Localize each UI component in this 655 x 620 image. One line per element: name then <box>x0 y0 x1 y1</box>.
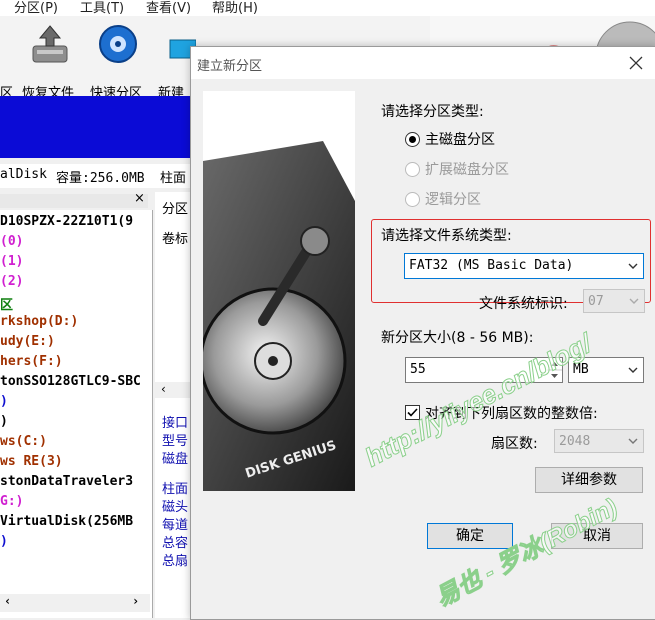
scroll-right-icon[interactable]: › <box>132 594 139 608</box>
sectors-per-track-label: 每道 <box>162 518 189 533</box>
volume-label-header: 卷标 <box>162 232 189 247</box>
chevron-down-icon <box>628 263 638 269</box>
tree-item[interactable]: udy(E:) <box>0 334 150 349</box>
tree-scroll-header: × <box>0 191 148 208</box>
heads-label: 磁头 <box>162 500 189 515</box>
tree-item[interactable]: D10SPZX-22Z10T1(9 <box>0 214 150 229</box>
chevron-down-icon <box>628 367 638 373</box>
fs-id-value: 07 <box>588 294 604 309</box>
tab-partition[interactable]: 分区 <box>162 198 188 217</box>
tree-item[interactable]: hers(F:) <box>0 354 150 369</box>
advanced-params-button[interactable]: 详细参数 <box>535 467 643 493</box>
sector-count-value: 2048 <box>559 434 591 449</box>
tree-item[interactable]: ws(C:) <box>0 434 150 449</box>
size-label: 新分区大小(8 - 56 MB): <box>381 330 534 346</box>
radio-primary-partition[interactable]: 主磁盘分区 <box>405 129 535 149</box>
fs-id-label: 文件系统标识: <box>479 296 568 312</box>
menu-partition[interactable]: 分区(P) <box>14 0 58 16</box>
dialog-title: 建立新分区 <box>197 59 263 74</box>
menu-tools[interactable]: 工具(T) <box>80 0 124 16</box>
disk-extra: 柱面 <box>160 171 187 186</box>
menu-help[interactable]: 帮助(H) <box>212 0 258 16</box>
radio-primary-indicator[interactable] <box>405 132 420 147</box>
fs-type-value: FAT32 (MS Basic Data) <box>409 258 574 273</box>
radio-logical-indicator[interactable] <box>405 192 420 207</box>
disk-bar <box>0 96 195 158</box>
tree-item[interactable]: VirtualDisk(256MB <box>0 514 150 529</box>
tree-item[interactable]: 区 <box>0 294 150 313</box>
fs-id-select[interactable]: 07 <box>583 289 645 313</box>
size-value: 55 <box>410 362 426 377</box>
tree-item[interactable]: ) <box>0 414 150 429</box>
tree-item[interactable]: tonSSO128GTLC9-SBC <box>0 374 150 389</box>
tree-item[interactable]: (2) <box>0 274 150 289</box>
restore-files-button[interactable] <box>24 22 76 70</box>
disk-capacity: 容量:256.0MB <box>56 171 145 186</box>
interface-label: 接口 <box>162 416 189 431</box>
radio-extended-indicator[interactable] <box>405 162 420 177</box>
menu-view[interactable]: 查看(V) <box>146 0 191 16</box>
chevron-down-icon <box>629 298 639 304</box>
quick-partition-button[interactable] <box>95 22 141 70</box>
partition-detail-pane: 分区 卷标 ‹ 接口 型号 磁盘 柱面 磁头 每道 总容 总扇 <box>155 192 195 618</box>
tree-item[interactable]: rkshop(D:) <box>0 314 150 329</box>
radio-primary-label: 主磁盘分区 <box>425 132 495 148</box>
disk-tree: D10SPZX-22Z10T1(9 (0) (1) (2) 区 rkshop(D:) udy… <box>0 210 153 618</box>
quick-partition-icon <box>99 25 137 63</box>
disk-genius-image: DISK GENIUS <box>199 91 355 491</box>
close-icon[interactable]: × <box>134 191 145 206</box>
scroll-left-icon[interactable]: ‹ <box>4 594 11 608</box>
radio-logical-partition[interactable]: 逻辑分区 <box>405 189 535 209</box>
tree-item[interactable]: stonDataTraveler3 <box>0 474 150 489</box>
tree-item[interactable]: (1) <box>0 254 150 269</box>
hard-disk-icon: DISK GENIUS <box>199 91 355 491</box>
disk-label: 磁盘 <box>162 452 189 467</box>
model-label: 型号 <box>162 434 189 449</box>
detail-scrollbar[interactable]: ‹ <box>155 382 195 398</box>
menu-bar: 分区(P) 工具(T) 查看(V) 帮助(H) <box>0 0 655 16</box>
tree-item[interactable]: ) <box>0 534 150 549</box>
radio-extended-label: 扩展磁盘分区 <box>425 162 509 178</box>
tree-item[interactable]: (0) <box>0 234 150 249</box>
chevron-down-icon <box>628 438 638 444</box>
disk-name: alDisk <box>0 167 47 182</box>
tree-item[interactable]: ws RE(3) <box>0 454 150 469</box>
scroll-left-icon[interactable]: ‹ <box>161 382 166 396</box>
fs-type-label: 请选择文件系统类型: <box>381 228 512 244</box>
radio-extended-partition[interactable]: 扩展磁盘分区 <box>405 159 535 179</box>
tree-item[interactable]: G:) <box>0 494 150 509</box>
close-button[interactable] <box>623 50 649 76</box>
sector-count-select[interactable]: 2048 <box>554 429 644 453</box>
total-sectors-label: 总扇 <box>162 554 189 569</box>
total-capacity-label: 总容 <box>162 536 189 551</box>
radio-logical-label: 逻辑分区 <box>425 192 481 208</box>
restore-files-icon <box>32 25 68 63</box>
cylinders-label: 柱面 <box>162 482 189 497</box>
sector-count-label: 扇区数: <box>491 436 538 452</box>
close-icon <box>629 56 643 70</box>
tree-horizontal-scrollbar[interactable]: ‹ › <box>0 594 150 612</box>
partition-type-label: 请选择分区类型: <box>381 104 484 120</box>
dialog-titlebar: 建立新分区 <box>191 47 655 79</box>
fs-type-select[interactable]: FAT32 (MS Basic Data) <box>404 253 644 279</box>
disk-info-bar: alDisk 容量:256.0MB 柱面 <box>0 164 195 188</box>
tree-item[interactable]: ) <box>0 394 150 409</box>
